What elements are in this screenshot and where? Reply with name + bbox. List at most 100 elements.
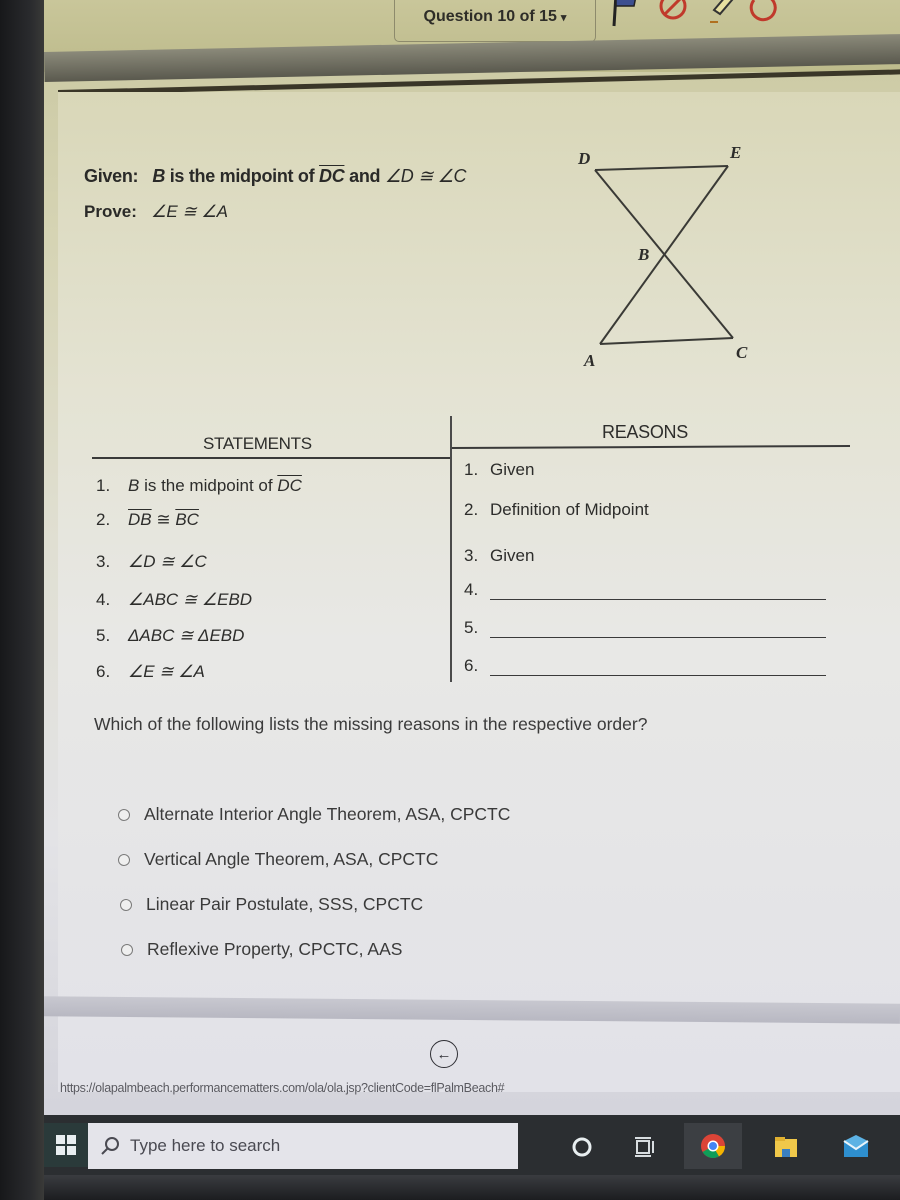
reason-row: 5. — [464, 618, 826, 638]
flag-icon[interactable] — [610, 0, 644, 30]
reason-number: 3. — [464, 546, 479, 565]
reason-text: Given — [490, 460, 535, 479]
task-view-button[interactable] — [622, 1127, 666, 1167]
vertex-label-B: B — [637, 245, 649, 264]
question-selector[interactable]: Question 10 of 15 ▾ — [394, 0, 596, 42]
statement-row: 1. B is the midpoint of DC — [96, 476, 302, 496]
cortana-icon — [572, 1137, 592, 1157]
geometry-diagram: D E B A C — [577, 143, 748, 370]
cortana-button[interactable] — [560, 1127, 604, 1167]
segment-EA — [599, 165, 729, 345]
statement-row: 5. ΔABC ≅ ΔEBD — [96, 626, 244, 646]
screen: Question 10 of 15 ▾ Given: B is the midp… — [44, 0, 900, 1200]
chrome-icon — [701, 1134, 725, 1159]
start-button[interactable] — [44, 1123, 88, 1167]
given-angles: ∠D ≅ ∠C — [384, 166, 467, 186]
search-icon — [101, 1137, 119, 1155]
statement-number: 1. — [96, 476, 111, 495]
statement-number: 6. — [96, 662, 111, 681]
chevron-down-icon: ▾ — [560, 11, 567, 24]
monitor-bottom-edge — [44, 1175, 900, 1200]
given-segment: DC — [319, 166, 345, 186]
statement-segment: BC — [175, 510, 199, 529]
statement-number: 4. — [96, 590, 111, 609]
given-label: Given: — [84, 166, 139, 186]
statement-text: ∠ABC ≅ ∠EBD — [128, 590, 253, 609]
question-selector-label: Question 10 of 15 — [423, 8, 557, 25]
statement-point: B — [128, 476, 140, 495]
column-divider — [450, 416, 452, 682]
answer-options: Alternate Interior Angle Theorem, ASA, C… — [118, 792, 510, 972]
statement-segment: DB — [128, 510, 152, 529]
question-prompt: Which of the following lists the missing… — [94, 714, 648, 734]
radio-button[interactable] — [118, 808, 130, 821]
two-column-proof: STATEMENTS REASONS 1. B is the midpoint o… — [58, 412, 900, 692]
reason-blank-5[interactable] — [490, 620, 826, 638]
taskbar-search-input[interactable]: Type here to search — [88, 1123, 518, 1169]
statement-text: is the midpoint of — [139, 476, 278, 495]
radio-button[interactable] — [121, 943, 133, 956]
prove-label: Prove: — [84, 202, 137, 221]
search-placeholder: Type here to search — [130, 1136, 281, 1155]
prove-text: ∠E ≅ ∠A — [151, 202, 228, 221]
reset-icon[interactable] — [748, 0, 782, 30]
reason-number: 1. — [464, 460, 479, 479]
question-content: Given: B is the midpoint of DC and ∠D ≅ … — [58, 92, 900, 1092]
statement-text: ∠E ≅ ∠A — [128, 662, 205, 681]
answer-option[interactable]: Reflexive Property, CPCTC, AAS — [121, 927, 513, 972]
given-statement: Given: B is the midpoint of DC and ∠D ≅ … — [84, 166, 467, 187]
header-rule-left — [92, 457, 452, 459]
option-label: Vertical Angle Theorem, ASA, CPCTC — [144, 849, 439, 869]
statement-text: ∠D ≅ ∠C — [128, 552, 207, 571]
prove-statement: Prove: ∠E ≅ ∠A — [84, 202, 228, 222]
statement-row: 2. DB ≅ BC — [96, 510, 199, 530]
segment-AC — [599, 337, 734, 345]
reason-blank-4[interactable] — [490, 582, 826, 600]
statement-number: 3. — [96, 552, 111, 571]
windows-start-icon — [56, 1135, 76, 1155]
given-point: B — [152, 166, 166, 186]
statement-segment: DC — [277, 476, 302, 495]
monitor-bezel — [0, 0, 44, 1200]
answer-option[interactable]: Alternate Interior Angle Theorem, ASA, C… — [118, 792, 510, 837]
file-explorer-button[interactable] — [764, 1127, 808, 1167]
vertex-label-C: C — [736, 343, 748, 362]
vertex-label-E: E — [729, 143, 741, 162]
eliminate-icon[interactable] — [656, 0, 690, 30]
mail-icon — [843, 1135, 869, 1157]
arrow-left-circle-icon: ← — [436, 1045, 452, 1063]
reason-number: 2. — [464, 500, 479, 519]
highlighter-icon[interactable] — [702, 0, 736, 30]
answer-option[interactable]: Vertical Angle Theorem, ASA, CPCTC — [118, 837, 510, 882]
chrome-taskbar-button[interactable] — [684, 1123, 742, 1169]
browser-status-url: https://olapalmbeach.performancematters.… — [60, 1081, 505, 1095]
reason-row: 6. — [464, 656, 826, 676]
option-label: Alternate Interior Angle Theorem, ASA, C… — [144, 804, 511, 824]
reason-blank-6[interactable] — [490, 658, 826, 676]
task-view-icon — [635, 1137, 654, 1157]
header-rule-right — [449, 444, 851, 449]
reasons-header: REASONS — [602, 422, 688, 442]
option-label: Reflexive Property, CPCTC, AAS — [147, 939, 403, 959]
radio-button[interactable] — [118, 853, 130, 866]
mail-button[interactable] — [834, 1127, 878, 1167]
statement-row: 4. ∠ABC ≅ ∠EBD — [96, 590, 252, 610]
reason-row: 4. — [464, 580, 826, 600]
option-label: Linear Pair Postulate, SSS, CPCTC — [146, 894, 424, 914]
file-explorer-icon — [775, 1137, 797, 1157]
statement-relation: ≅ — [151, 510, 176, 529]
statement-number: 2. — [96, 510, 111, 529]
back-button[interactable]: ← — [430, 1040, 458, 1068]
statement-row: 3. ∠D ≅ ∠C — [96, 552, 207, 572]
statement-number: 5. — [96, 626, 111, 645]
radio-button[interactable] — [120, 898, 132, 911]
given-text-1: is the midpoint of — [165, 166, 320, 186]
reason-row: 1. Given — [464, 460, 534, 480]
statements-header: STATEMENTS — [203, 434, 312, 453]
answer-option[interactable]: Linear Pair Postulate, SSS, CPCTC — [120, 882, 512, 927]
reason-number: 4. — [464, 580, 479, 599]
reason-text: Definition of Midpoint — [490, 500, 649, 519]
reason-number: 5. — [464, 618, 479, 637]
statement-text: ΔABC ≅ ΔEBD — [128, 626, 245, 645]
reason-row: 2. Definition of Midpoint — [464, 500, 649, 520]
